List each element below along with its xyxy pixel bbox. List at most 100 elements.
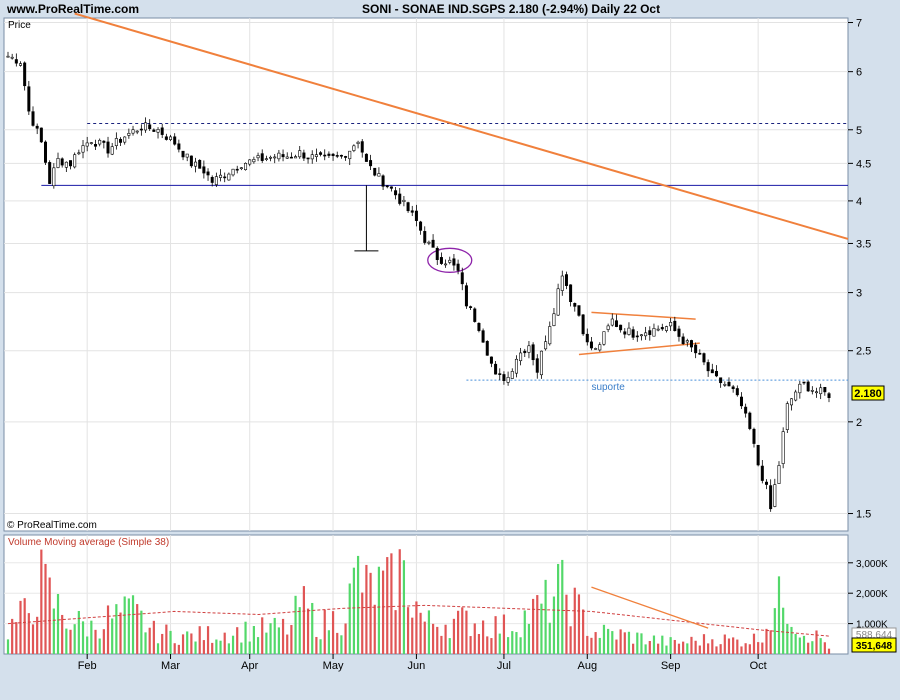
volume-bar xyxy=(381,570,385,654)
volume-bar xyxy=(298,607,301,654)
candle-body xyxy=(64,161,68,168)
candle-body xyxy=(235,168,239,171)
candle-body xyxy=(44,141,48,163)
volume-bar xyxy=(19,600,22,654)
price-panel xyxy=(3,17,849,532)
candle-body xyxy=(81,145,85,153)
volume-bar xyxy=(256,637,260,654)
candle-body xyxy=(244,163,248,171)
candle-body xyxy=(219,174,223,178)
candle-body xyxy=(589,341,593,349)
volume-bar xyxy=(565,594,568,654)
candle-body xyxy=(694,344,698,354)
candle-body xyxy=(173,136,177,145)
volume-bar xyxy=(27,613,30,654)
volume-bar xyxy=(486,636,489,654)
volume-bar xyxy=(69,629,72,654)
volume-bar xyxy=(740,646,743,654)
candle-body xyxy=(331,153,335,157)
volume-bar xyxy=(111,618,114,654)
candle-body xyxy=(102,140,106,143)
candle-body xyxy=(664,326,668,331)
candle-body xyxy=(152,129,156,132)
volume-bar xyxy=(532,598,535,654)
volume-bar xyxy=(236,627,239,654)
volume-bar xyxy=(186,631,189,654)
volume-bar xyxy=(690,636,693,654)
candle-body xyxy=(781,431,785,464)
volume-bar xyxy=(702,634,706,654)
price-tick-label: 2 xyxy=(856,417,862,429)
candle-body xyxy=(760,465,764,481)
last-volume-label: 351,648 xyxy=(856,641,893,652)
volume-bar xyxy=(56,593,60,654)
candle-body xyxy=(160,127,164,135)
volume-bar xyxy=(561,559,564,654)
candle-body xyxy=(56,158,60,168)
candle-body xyxy=(164,136,168,140)
candle-body xyxy=(281,154,285,158)
candle-body xyxy=(819,387,823,395)
candle-body xyxy=(285,156,289,159)
candle-body xyxy=(310,154,314,160)
volume-bar xyxy=(323,609,326,654)
volume-bar xyxy=(627,631,631,654)
volume-tick-label: 2,000K xyxy=(856,589,888,600)
month-tick-label: May xyxy=(323,660,344,672)
candle-body xyxy=(660,327,664,330)
volume-bar xyxy=(623,632,626,654)
volume-bar xyxy=(469,636,472,654)
candle-body xyxy=(439,257,443,264)
volume-bar xyxy=(444,624,447,654)
volume-bar xyxy=(340,635,343,654)
volume-bar xyxy=(786,623,789,654)
volume-bar xyxy=(686,643,689,654)
candle-body xyxy=(581,314,585,335)
candle-body xyxy=(719,377,723,384)
volume-bar xyxy=(657,643,660,654)
volume-bar xyxy=(327,630,330,654)
candle-body xyxy=(698,352,702,355)
volume-bar xyxy=(106,605,110,654)
volume-bar xyxy=(319,639,322,654)
volume-bar xyxy=(198,626,201,654)
candle-body xyxy=(156,129,160,133)
volume-bar xyxy=(473,623,476,654)
volume-bar xyxy=(227,643,230,654)
volume-bar xyxy=(540,603,543,654)
volume-bar xyxy=(507,637,510,654)
candle-body xyxy=(514,358,518,374)
candle-body xyxy=(444,263,448,266)
watermark: © ProRealTime.com xyxy=(7,520,97,531)
volume-bar xyxy=(607,628,610,654)
candle-body xyxy=(273,156,277,159)
volume-bar xyxy=(477,634,481,654)
candle-body xyxy=(364,153,368,162)
candle-body xyxy=(60,158,64,166)
stock-chart: 7 6 5 4.5 4 3.5 3 2.5 2 1.5 Feb Mar Apr May Jun Jul Aug S… xyxy=(3,12,897,672)
candle-body xyxy=(464,285,468,307)
volume-bar xyxy=(411,617,414,654)
volume-bar xyxy=(769,630,772,654)
volume-bar xyxy=(744,643,747,654)
candle-body xyxy=(531,344,535,361)
candle-body xyxy=(335,155,339,157)
candle-body xyxy=(735,388,739,396)
volume-bar xyxy=(402,560,406,654)
volume-bar xyxy=(636,632,639,654)
volume-bar xyxy=(36,616,39,654)
volume-bar xyxy=(98,638,101,654)
volume-bar xyxy=(156,643,160,654)
volume-bar xyxy=(394,610,397,654)
candle-body xyxy=(227,173,231,181)
candle-body xyxy=(148,124,152,130)
candle-body xyxy=(327,153,331,156)
volume-bar xyxy=(398,549,401,654)
candle-body xyxy=(644,332,648,337)
volume-bar xyxy=(348,583,351,654)
candle-body xyxy=(485,341,489,356)
candle-body xyxy=(10,56,14,59)
volume-bar xyxy=(390,553,393,654)
volume-bar xyxy=(427,610,431,654)
volume-bar xyxy=(248,641,251,654)
